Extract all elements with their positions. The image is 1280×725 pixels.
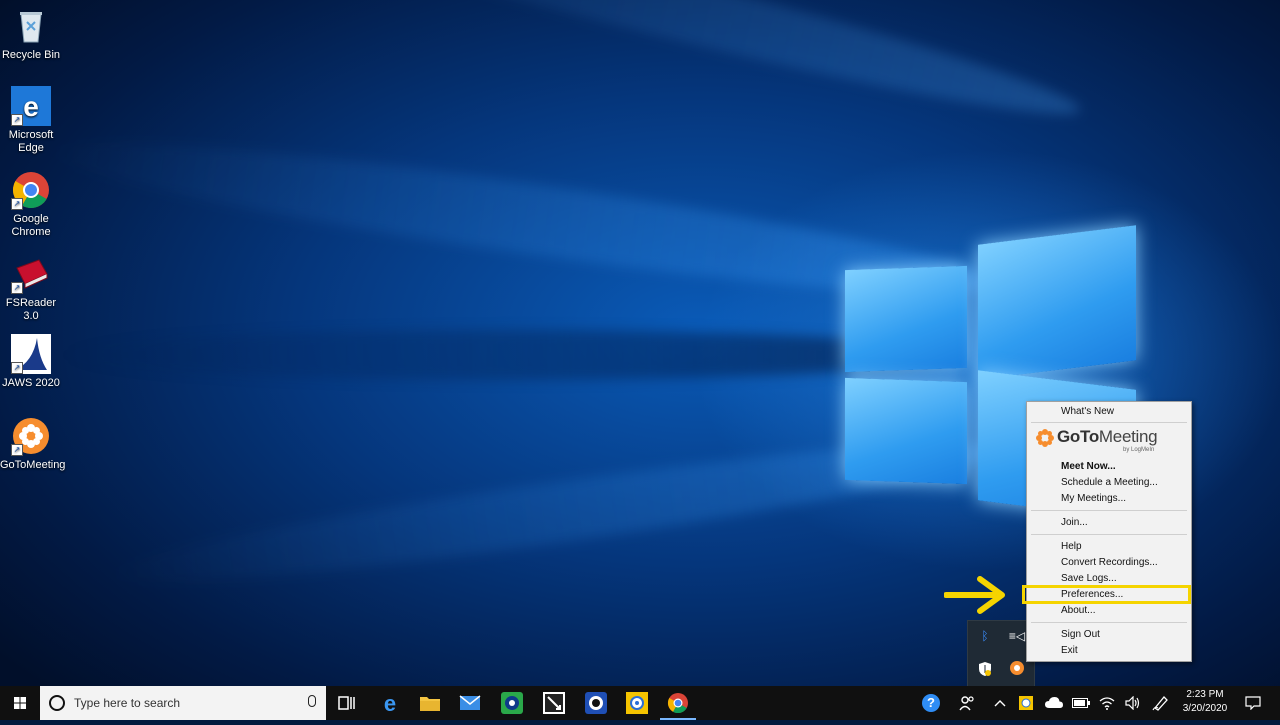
- gotomeeting-logo-text: GoToMeeting: [1057, 427, 1158, 446]
- magnifier-app-icon[interactable]: [625, 691, 649, 715]
- menu-item-sign-out[interactable]: Sign Out: [1061, 627, 1100, 643]
- desktop-icon-edge[interactable]: e ↗ Microsoft Edge: [0, 86, 62, 155]
- microphone-icon[interactable]: [308, 695, 316, 707]
- jaws-taskbar-icon[interactable]: [584, 691, 608, 715]
- menu-item-convert-recordings[interactable]: Convert Recordings...: [1061, 555, 1158, 571]
- action-center-notification-icon[interactable]: [1242, 686, 1264, 720]
- file-explorer-icon[interactable]: [418, 691, 442, 715]
- menu-item-help[interactable]: Help: [1061, 539, 1082, 555]
- pinned-app-tray-icon[interactable]: [1016, 686, 1036, 720]
- desktop-icon-label: JAWS 2020: [2, 377, 60, 389]
- menu-separator: [1031, 622, 1187, 623]
- windows-logo-icon: [14, 697, 26, 709]
- menu-item-meet-now[interactable]: Meet Now...: [1061, 459, 1116, 475]
- shortcut-arrow-icon: ↗: [11, 282, 23, 294]
- battery-icon[interactable]: [1070, 686, 1092, 720]
- menu-item-exit[interactable]: Exit: [1061, 643, 1078, 659]
- menu-item-join[interactable]: Join...: [1061, 515, 1088, 531]
- mail-icon[interactable]: [458, 691, 482, 715]
- menu-separator: [1031, 510, 1187, 511]
- desktop-icon-fsreader[interactable]: ↗ FSReader 3.0: [0, 254, 62, 323]
- edge-icon: e ↗: [11, 86, 51, 126]
- menu-item-schedule-meeting[interactable]: Schedule a Meeting...: [1061, 475, 1158, 491]
- security-shield-icon[interactable]: [976, 661, 994, 679]
- help-tray-icon[interactable]: ?: [922, 686, 944, 720]
- gotomeeting-context-menu: What's New GoToMeeting by LogMeIn Meet N…: [1026, 401, 1192, 662]
- svg-text:e: e: [23, 91, 39, 122]
- windows-logo-pane: [978, 225, 1136, 380]
- desktop-icon-label: Google Chrome: [11, 213, 51, 238]
- edge-taskbar-icon[interactable]: e: [378, 691, 402, 716]
- zoomtext-icon[interactable]: [542, 691, 566, 715]
- green-app-icon[interactable]: [500, 691, 524, 715]
- windows-logo-pane: [845, 265, 967, 373]
- tray-overflow-chevron-icon[interactable]: [990, 686, 1010, 720]
- volume-icon[interactable]: [1122, 686, 1144, 720]
- clock-date: 3/20/2020: [1182, 703, 1228, 714]
- chrome-icon: ↗: [11, 170, 51, 210]
- clock-time: 2:23 PM: [1186, 689, 1224, 700]
- gotomeeting-tray-icon[interactable]: [1008, 661, 1026, 679]
- shortcut-arrow-icon: ↗: [11, 114, 23, 126]
- start-button[interactable]: [0, 686, 40, 720]
- gotomeeting-logo: GoToMeeting by LogMeIn: [1035, 427, 1185, 457]
- help-glyph: ?: [922, 694, 940, 712]
- taskbar-clock[interactable]: 2:23 PM 3/20/2020: [1172, 688, 1238, 716]
- fsreader-book-icon: ↗: [11, 254, 51, 294]
- desktop-icon-label: Microsoft Edge: [8, 129, 54, 154]
- desktop-icon-label: FSReader 3.0: [5, 297, 57, 322]
- cortana-icon: [49, 695, 65, 711]
- shortcut-arrow-icon: ↗: [11, 362, 23, 374]
- jaws-shark-icon: ↗: [11, 334, 51, 374]
- onedrive-cloud-icon[interactable]: [1042, 686, 1066, 720]
- search-placeholder: Type here to search: [74, 696, 181, 710]
- recycle-bin-icon: [11, 6, 51, 46]
- preferences-highlight-box: [1022, 585, 1191, 604]
- gotomeeting-flower-icon: ↗: [11, 416, 51, 456]
- tray-overflow-panel: ᛒ ≡◁: [967, 620, 1035, 688]
- menu-separator: [1031, 534, 1187, 535]
- menu-item-my-meetings[interactable]: My Meetings...: [1061, 491, 1126, 507]
- gotomeeting-logo-subtitle: by LogMeIn: [1123, 447, 1155, 453]
- desktop-icon-jaws[interactable]: ↗ JAWS 2020: [0, 334, 62, 390]
- desktop-icon-label: Recycle Bin: [1, 49, 61, 61]
- windows-logo-pane: [845, 377, 967, 485]
- desktop-icon-label: GoToMeeting: [0, 459, 66, 471]
- yellow-arrow-icon: [943, 575, 1010, 615]
- desktop-icon-gotomeeting[interactable]: ↗ GoToMeeting: [0, 416, 66, 472]
- taskbar: Type here to search e ? 2:23 PM 3/20/202…: [0, 686, 1280, 720]
- wifi-icon[interactable]: [1096, 686, 1118, 720]
- svg-text:e: e: [384, 691, 396, 715]
- shortcut-arrow-icon: ↗: [11, 444, 23, 456]
- speech-settings-icon[interactable]: ≡◁: [1008, 627, 1026, 645]
- desktop-icon-recycle-bin[interactable]: Recycle Bin: [0, 6, 62, 62]
- shortcut-arrow-icon: ↗: [11, 198, 23, 210]
- pen-workspace-icon[interactable]: [1150, 686, 1172, 720]
- taskbar-search-box[interactable]: Type here to search: [40, 686, 326, 720]
- chrome-taskbar-icon[interactable]: [660, 691, 696, 720]
- desktop-icon-chrome[interactable]: ↗ Google Chrome: [0, 170, 62, 239]
- task-view-icon[interactable]: [334, 691, 358, 715]
- bluetooth-icon[interactable]: ᛒ: [976, 627, 994, 645]
- people-icon[interactable]: [956, 686, 978, 720]
- menu-item-whats-new[interactable]: What's New: [1061, 404, 1114, 420]
- gotomeeting-logo-icon: [1036, 429, 1054, 447]
- menu-separator: [1031, 422, 1187, 423]
- menu-item-about[interactable]: About...: [1061, 603, 1095, 619]
